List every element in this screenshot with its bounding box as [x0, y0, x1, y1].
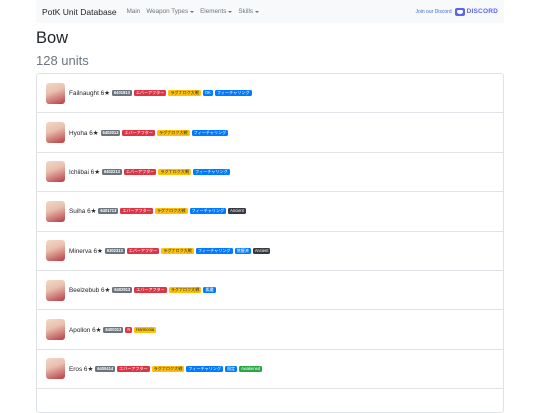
nav-skills-dropdown[interactable]: Skills [238, 8, 260, 15]
unit-tag-badge: 限定 [224, 365, 238, 372]
unit-tag-badge: ラグナロク大戦 [161, 247, 194, 254]
unit-id-badge: 6401913 [111, 90, 132, 97]
unit-tag-badge: エバーアフター [117, 365, 150, 372]
unit-id-badge: 6400313 [103, 326, 124, 333]
discord-icon [454, 7, 465, 16]
unit-row[interactable]: Apollon 6★ 6400313 N Harmonia [37, 310, 503, 350]
nav-weapon-types-label: Weapon Types [146, 8, 189, 15]
unit-avatar[interactable] [46, 319, 65, 341]
unit-count: 128 units [36, 53, 89, 68]
brand-link[interactable]: PotK Unit Database [42, 7, 117, 17]
unit-id-badge: 6302313 [104, 247, 125, 254]
nav-main-label: Main [126, 8, 141, 15]
unit-row[interactable]: Minerva 6★ 6302313 エバーアフター ラグナロク大戦 フィーチャリング覚… [37, 232, 503, 271]
unit-avatar[interactable] [46, 122, 65, 144]
unit-tag-badge: Ancient [228, 208, 246, 215]
unit-tag-badge: フィーチャリング [214, 90, 252, 97]
unit-name[interactable]: Beelzebub 6★ [69, 286, 110, 294]
unit-tag-badge: エバーアフター [126, 247, 160, 254]
unit-tag-badge: フィーチャリング [193, 168, 230, 175]
unit-list: Failnaught 6★ 6401913 エバーアフター ラグナロク大戦 OK フィーチ… [36, 73, 504, 413]
unit-avatar[interactable] [46, 200, 65, 222]
unit-tag-badge: エバーアフター [133, 90, 167, 97]
page-title: Bow [36, 29, 69, 47]
unit-tag-badge: 悪魔 [203, 287, 216, 294]
unit-tag-badge: フィーチャリング [191, 129, 229, 136]
unit-tag-badge: エバーアフター [123, 168, 157, 175]
unit-id-badge: 6400414 [95, 365, 116, 372]
unit-id-badge: 6402013 [100, 129, 121, 136]
unit-tag-badge: フィーチャリング [189, 208, 227, 215]
unit-id-badge: 6402913 [112, 287, 133, 294]
unit-tag-badge: Harmonia [134, 326, 157, 333]
unit-tag-badge: ラグナロク大戦 [168, 287, 202, 294]
unit-name[interactable]: Eros 6★ [69, 365, 93, 373]
unit-name[interactable]: Ichiibai 6★ [69, 168, 100, 176]
nav-skills-label: Skills [238, 8, 254, 15]
unit-name[interactable]: Hyoha 6★ [69, 129, 99, 137]
nav-weapon-types-dropdown[interactable]: Weapon Types [146, 8, 195, 15]
nav-elements-label: Elements [200, 8, 227, 15]
unit-row[interactable]: Beelzebub 6★ 6402913 エバーアフター ラグナロク大戦 悪魔 [37, 271, 503, 311]
unit-row[interactable]: Suiha 6★ 6401713 エバーアフター ラグナロク大戦 フィーチャリング Anc… [37, 192, 503, 232]
unit-row[interactable]: Failnaught 6★ 6401913 エバーアフター ラグナロク大戦 OK フィーチ… [37, 74, 503, 114]
unit-row[interactable]: Hyoha 6★ 6402013 エバーアフター ラグナロク大戦 フィーチャリング [37, 113, 503, 153]
nav-elements-dropdown[interactable]: Elements [200, 8, 233, 15]
unit-tag-badge: フィーチャリング [195, 247, 233, 254]
unit-tag-badge: フィーチャリング [186, 365, 223, 372]
unit-name[interactable]: Suiha 6★ [69, 207, 96, 215]
unit-id-badge: 6402213 [101, 168, 122, 175]
unit-name[interactable]: Failnaught 6★ [69, 89, 110, 97]
unit-tag-badge: ラグナロク大戦 [158, 168, 192, 175]
join-discord-text: Join our Discord [415, 8, 452, 15]
unit-id-badge: 6401713 [98, 208, 119, 215]
unit-tag-badge: ラグナロク大戦 [168, 90, 201, 97]
unit-tag-badge: Awakened [239, 365, 263, 372]
unit-name[interactable]: Apollon 6★ [69, 326, 101, 334]
unit-tag-badge: ラグナロク大戦 [156, 129, 190, 136]
nav-main[interactable]: Main [127, 8, 141, 15]
unit-avatar[interactable] [46, 279, 65, 301]
unit-row[interactable]: Ichiibai 6★ 6402213 エバーアフター ラグナロク大戦 フィーチャリング [37, 153, 503, 193]
caret-down-icon [190, 10, 195, 13]
unit-tag-badge: 覚醒済 [234, 247, 251, 254]
caret-down-icon [228, 10, 233, 13]
unit-tag-badge: N [125, 326, 133, 333]
top-navbar: PotK Unit Database Main Weapon Types Ele… [36, 0, 504, 23]
unit-tag-badge: OK [203, 90, 213, 97]
unit-avatar[interactable] [46, 82, 65, 104]
discord-wordmark: DISCORD [466, 8, 498, 15]
unit-tag-badge: エバーアフター [122, 129, 155, 136]
unit-avatar[interactable] [46, 161, 65, 183]
caret-down-icon [255, 10, 260, 13]
unit-tag-badge: Ancient [252, 247, 271, 254]
unit-row[interactable]: Eros 6★ 6400414 エバーアフター ラグナロク大戦 フィーチャリング 限定 Aw… [37, 350, 503, 390]
unit-tag-badge: ラグナロク大戦 [154, 208, 188, 215]
unit-avatar[interactable] [46, 240, 65, 262]
unit-tag-badge: エバーアフター [134, 287, 167, 294]
unit-avatar[interactable] [46, 358, 65, 380]
unit-tag-badge: エバーアフター [120, 208, 153, 215]
unit-tag-badge: ラグナロク大戦 [151, 365, 185, 372]
discord-link[interactable]: Join our Discord DISCORD [415, 7, 498, 16]
unit-name[interactable]: Minerva 6★ [69, 247, 103, 255]
